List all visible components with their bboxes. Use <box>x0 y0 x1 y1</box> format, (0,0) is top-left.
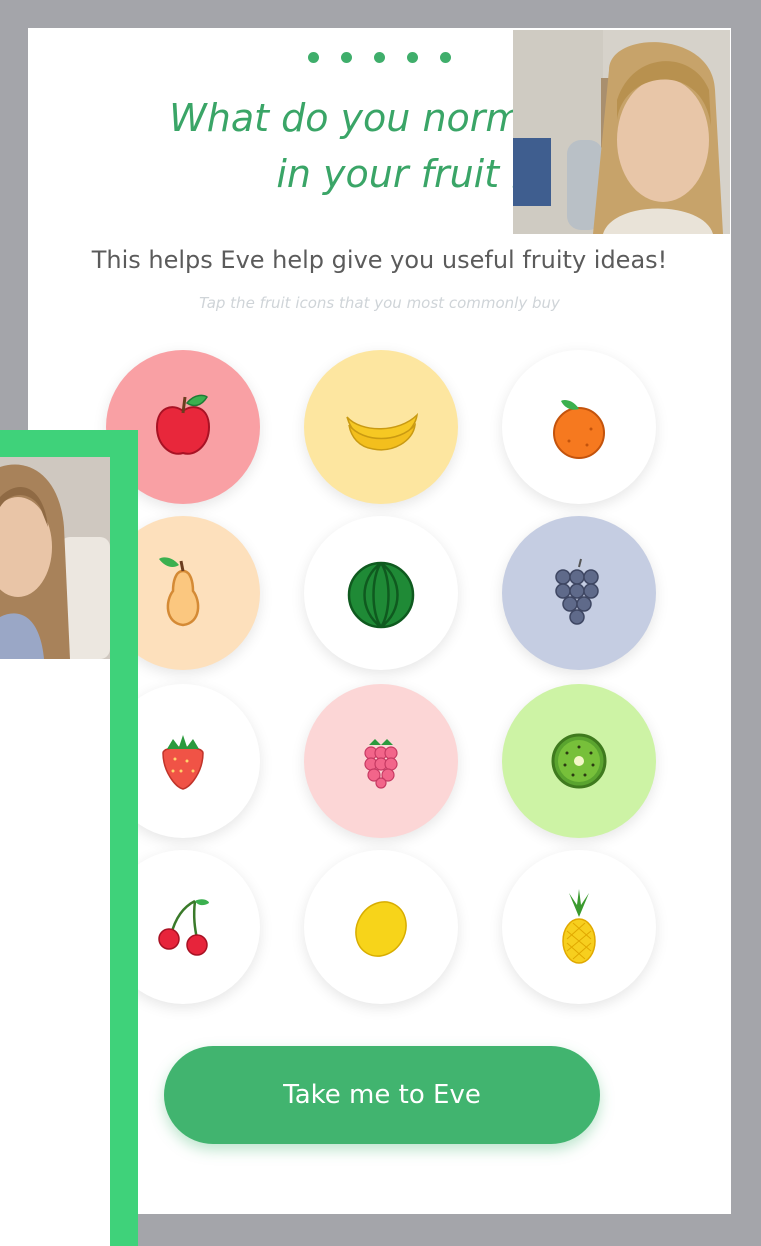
fruit-watermelon-button[interactable] <box>304 516 458 670</box>
fruit-pineapple-button[interactable] <box>502 850 656 1004</box>
grapes-icon <box>555 558 599 625</box>
watermelon-icon <box>347 561 415 629</box>
banana-icon <box>346 412 419 451</box>
take-me-to-eve-button[interactable]: Take me to Eve <box>164 1046 600 1144</box>
webcam-feed-left <box>0 457 110 659</box>
fruit-orange-button[interactable] <box>502 350 656 504</box>
lemon-icon <box>355 901 407 957</box>
pineapple-icon <box>562 889 596 964</box>
fruit-raspberry-button[interactable] <box>304 684 458 838</box>
fruit-banana-button[interactable] <box>304 350 458 504</box>
apple-icon <box>155 394 211 455</box>
cherries-icon <box>158 899 209 956</box>
pear-icon <box>159 557 200 627</box>
fruit-grapes-button[interactable] <box>502 516 656 670</box>
webcam-person-image <box>513 30 730 234</box>
fruit-lemon-button[interactable] <box>304 850 458 1004</box>
strawberry-icon <box>162 735 204 790</box>
orange-icon <box>553 399 605 459</box>
kiwi-icon <box>551 733 607 789</box>
raspberry-icon <box>364 739 398 789</box>
fruit-kiwi-button[interactable] <box>502 684 656 838</box>
webcam-feed-top <box>513 30 730 234</box>
webcam-person-image <box>0 457 110 659</box>
